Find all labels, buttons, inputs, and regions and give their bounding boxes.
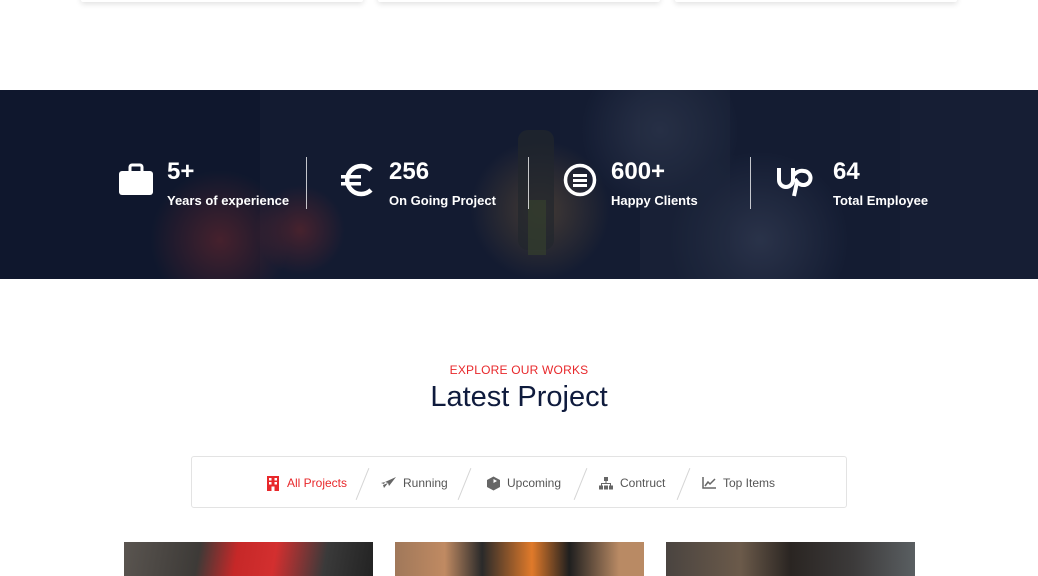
service-card xyxy=(675,0,957,2)
project-thumbnail[interactable] xyxy=(395,542,644,576)
stat-ongoing-projects: 256 On Going Project xyxy=(338,150,518,210)
project-thumbnail[interactable] xyxy=(124,542,373,576)
filter-label: Top Items xyxy=(723,476,776,490)
filter-contruct[interactable]: Contruct xyxy=(598,474,665,492)
project-thumbnail[interactable] xyxy=(666,542,915,576)
stat-divider xyxy=(306,157,307,209)
stat-label: On Going Project xyxy=(389,193,496,208)
top-cards-row xyxy=(0,0,1038,10)
filter-label: Contruct xyxy=(620,476,666,490)
service-card xyxy=(81,0,363,2)
stat-total-employees: 64 Total Employee xyxy=(777,150,962,210)
building-icon xyxy=(265,475,281,491)
stat-happy-clients: 600+ Happy Clients xyxy=(560,150,740,210)
briefcase-icon xyxy=(116,160,156,200)
stat-divider xyxy=(750,157,751,209)
stat-number: 64 xyxy=(833,158,860,185)
chart-line-icon xyxy=(701,475,717,491)
upwork-icon xyxy=(776,160,824,200)
stat-number: 600+ xyxy=(611,158,666,185)
stat-number: 5+ xyxy=(167,158,195,185)
filter-separator xyxy=(457,468,472,500)
filter-separator xyxy=(355,468,370,500)
project-filter-bar: All Projects Running Upcoming Contruct T… xyxy=(191,456,847,508)
stat-label: Happy Clients xyxy=(611,193,698,208)
stats-banner: 5+ Years of experience 256 On Going Proj… xyxy=(0,90,1038,279)
filter-separator xyxy=(573,468,588,500)
stat-number: 256 xyxy=(389,158,430,185)
section-eyebrow: EXPLORE OUR WORKS xyxy=(449,363,589,377)
rocket-icon xyxy=(381,475,397,491)
filter-separator xyxy=(676,468,691,500)
circle-lines-icon xyxy=(560,160,600,200)
euro-icon xyxy=(338,160,378,200)
filter-label: Running xyxy=(403,476,448,490)
stat-divider xyxy=(528,157,529,209)
filter-upcoming[interactable]: Upcoming xyxy=(485,474,561,492)
filter-running[interactable]: Running xyxy=(381,474,448,492)
stat-years-experience: 5+ Years of experience xyxy=(116,150,296,210)
stat-label: Years of experience xyxy=(167,193,290,208)
filter-all-projects[interactable]: All Projects xyxy=(265,474,347,492)
section-title: Latest Project xyxy=(430,381,608,413)
filter-label: All Projects xyxy=(287,476,348,490)
box-icon xyxy=(485,475,501,491)
sitemap-icon xyxy=(598,475,614,491)
filter-label: Upcoming xyxy=(507,476,562,490)
service-card xyxy=(378,0,660,2)
filter-top-items[interactable]: Top Items xyxy=(701,474,775,492)
stat-label: Total Employee xyxy=(833,193,929,208)
